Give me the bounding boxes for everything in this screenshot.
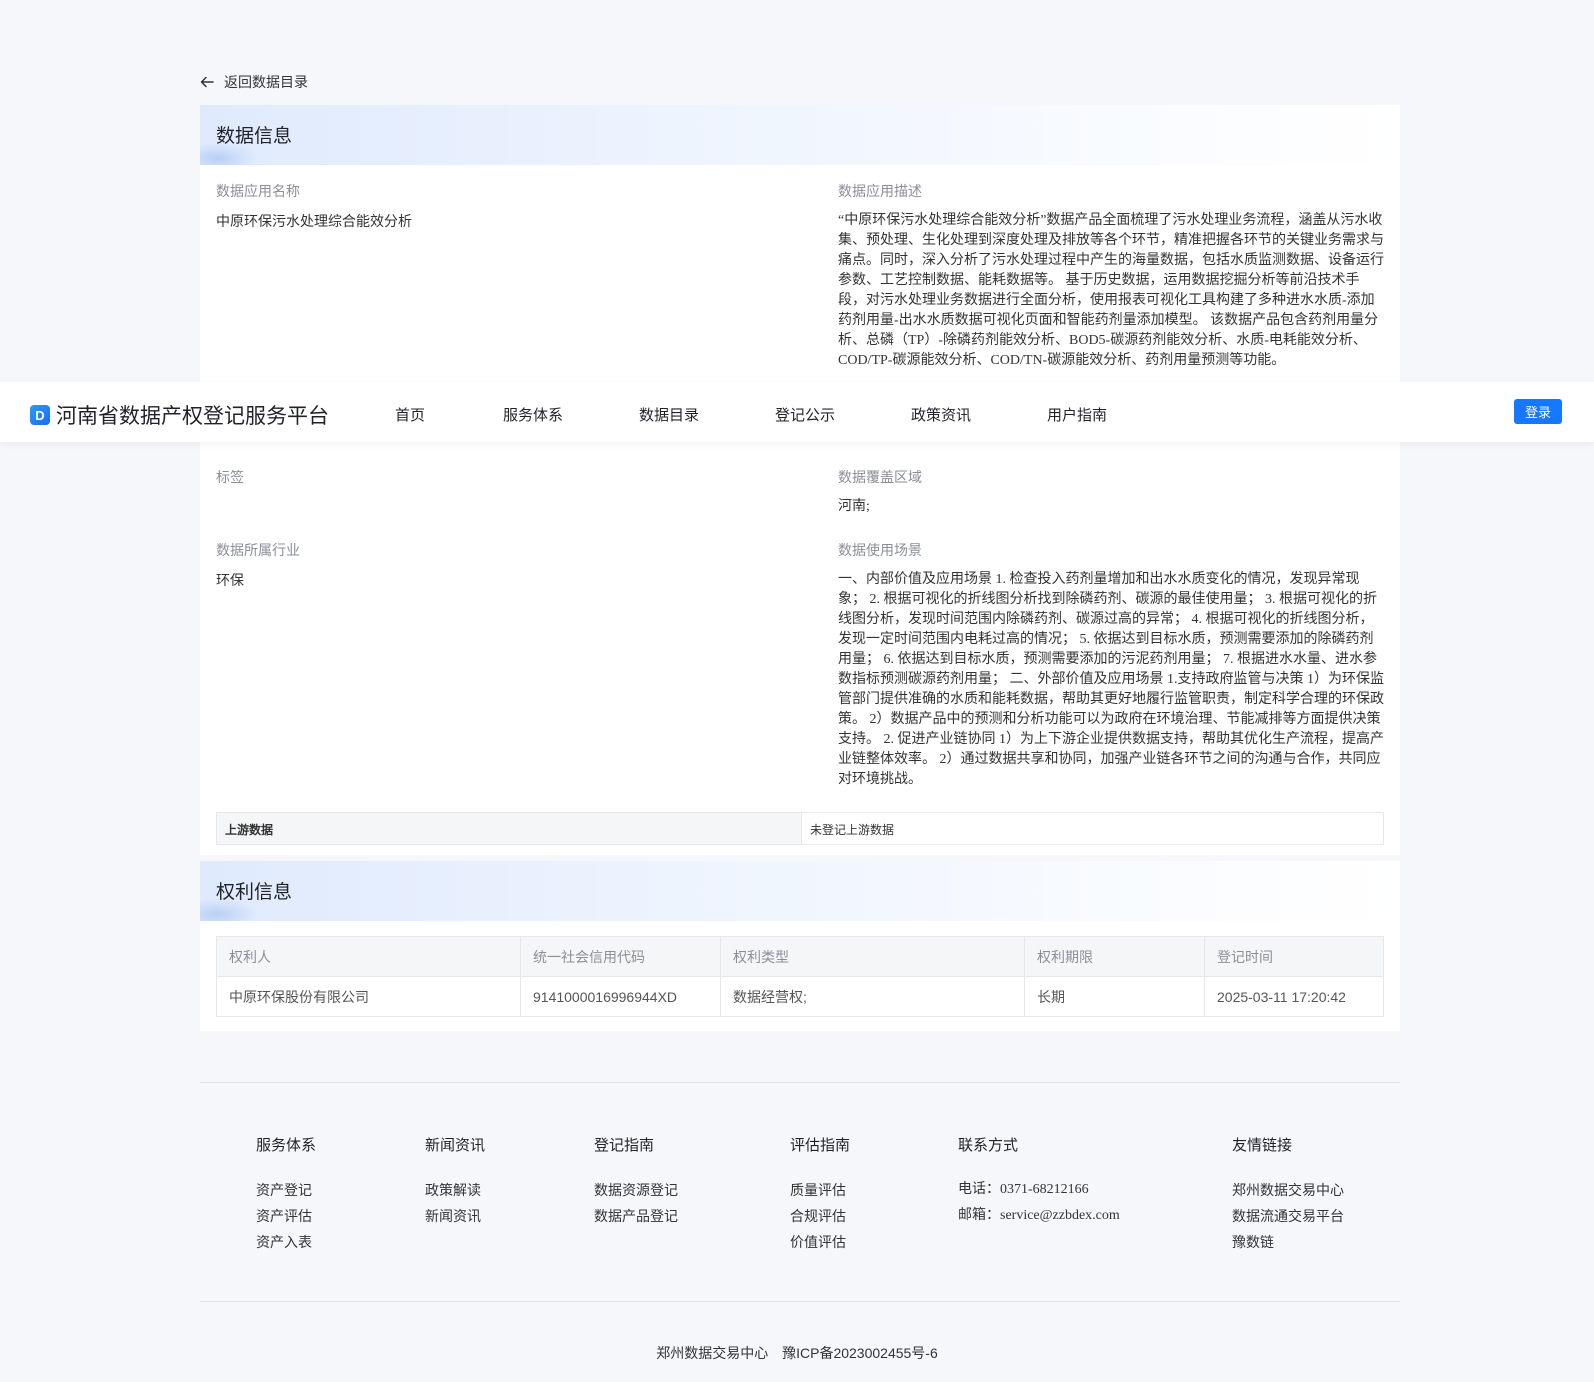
footer-column-contact: 联系方式 电话：0371-68212166 邮箱：service@zzbdex.… xyxy=(958,1134,1120,1229)
table-cell: 9141000016996944XD xyxy=(520,976,721,1017)
table-cell: 长期 xyxy=(1024,976,1205,1017)
footer-divider xyxy=(200,1082,1400,1083)
upstream-label: 上游数据 xyxy=(217,813,802,844)
field-label: 数据应用名称 xyxy=(216,183,300,199)
footer-icp[interactable]: 豫ICP备2023002455号-6 xyxy=(782,1345,938,1361)
back-to-catalog-link[interactable]: 返回数据目录 xyxy=(200,72,308,92)
footer-link[interactable]: 数据流通交易平台 xyxy=(1232,1203,1344,1229)
footer-column-title: 友情链接 xyxy=(1232,1137,1293,1154)
footer-column-title: 服务体系 xyxy=(256,1137,317,1154)
app-desc-field: 数据应用描述 “中原环保污水处理综合能效分析”数据产品全面梳理了污水处理业务流程… xyxy=(838,181,1386,371)
coverage-field: 数据覆盖区域 河南; xyxy=(838,467,1386,517)
field-label: 数据覆盖区域 xyxy=(838,469,922,485)
nav-item-home[interactable]: 首页 xyxy=(395,404,425,425)
site-title: 河南省数据产权登记服务平台 xyxy=(56,405,329,428)
field-label: 数据应用描述 xyxy=(838,183,922,199)
column-header: 登记时间 xyxy=(1204,936,1384,977)
table-row: 中原环保股份有限公司 9141000016996944XD 数据经营权; 长期 … xyxy=(216,976,1384,1017)
footer-bottom-divider xyxy=(200,1301,1400,1302)
data-info-section: 数据信息 数据应用名称 中原环保污水处理综合能效分析 数据应用描述 “中原环保污… xyxy=(200,105,1400,855)
industry-field: 数据所属行业 环保 xyxy=(216,540,796,590)
column-header: 统一社会信用代码 xyxy=(520,936,721,977)
nav-item-registration-notice[interactable]: 登记公示 xyxy=(775,404,835,425)
field-value: 河南; xyxy=(838,499,870,514)
arrow-left-icon xyxy=(200,76,214,88)
scenario-field: 数据使用场景 一、内部价值及应用场景 1. 检查投入药剂量增加和出水水质变化的情… xyxy=(838,540,1386,790)
field-label: 数据所属行业 xyxy=(216,542,300,558)
footer-column-title: 新闻资讯 xyxy=(425,1137,486,1154)
footer-link[interactable]: 合规评估 xyxy=(790,1203,850,1229)
section-title: 数据信息 xyxy=(216,126,293,147)
footer-link[interactable]: 新闻资讯 xyxy=(425,1203,485,1229)
field-value: 环保 xyxy=(216,572,244,588)
nav-item-policy-news[interactable]: 政策资讯 xyxy=(911,404,971,425)
footer-copyright: 郑州数据交易中心 豫ICP备2023002455号-6 xyxy=(0,1343,1594,1363)
column-header: 权利人 xyxy=(216,936,521,977)
contact-phone: 电话：0371-68212166 xyxy=(958,1182,1089,1197)
footer-column-news: 新闻资讯 政策解读 新闻资讯 xyxy=(425,1134,485,1229)
column-header: 权利期限 xyxy=(1024,936,1205,977)
nav-item-services[interactable]: 服务体系 xyxy=(503,404,563,425)
field-label: 数据使用场景 xyxy=(838,542,922,558)
app-name-field: 数据应用名称 中原环保污水处理综合能效分析 xyxy=(216,181,796,231)
site-logo[interactable]: D 河南省数据产权登记服务平台 xyxy=(30,400,329,430)
section-header: 权利信息 xyxy=(200,861,1400,921)
footer-link[interactable]: 资产登记 xyxy=(256,1177,316,1203)
back-link-label: 返回数据目录 xyxy=(224,74,308,90)
field-value: 一、内部价值及应用场景 1. 检查投入药剂量增加和出水水质变化的情况，发现异常现… xyxy=(838,572,1384,787)
rights-info-section: 权利信息 权利人 统一社会信用代码 权利类型 权利期限 登记时间 中原环保股份有… xyxy=(200,861,1400,1031)
footer-link[interactable]: 资产入表 xyxy=(256,1229,316,1255)
table-cell: 2025-03-11 17:20:42 xyxy=(1204,976,1384,1017)
footer-org: 郑州数据交易中心 xyxy=(656,1345,769,1361)
footer-link[interactable]: 豫数链 xyxy=(1232,1229,1344,1255)
contact-email: 邮箱：service@zzbdex.com xyxy=(958,1208,1120,1223)
footer-link[interactable]: 资产评估 xyxy=(256,1203,316,1229)
nav-item-catalog[interactable]: 数据目录 xyxy=(639,404,699,425)
table-cell: 中原环保股份有限公司 xyxy=(216,976,521,1017)
footer-link[interactable]: 数据资源登记 xyxy=(594,1177,678,1203)
footer-link[interactable]: 政策解读 xyxy=(425,1177,485,1203)
upstream-data-table: 上游数据 未登记上游数据 xyxy=(216,812,1384,845)
upstream-value: 未登记上游数据 xyxy=(810,823,895,837)
logo-icon: D xyxy=(30,405,50,425)
field-value: “中原环保污水处理综合能效分析”数据产品全面梳理了污水处理业务流程，涵盖从污水收… xyxy=(838,213,1384,368)
footer-column-title: 评估指南 xyxy=(790,1137,851,1154)
footer-column-friend-links: 友情链接 郑州数据交易中心 数据流通交易平台 豫数链 xyxy=(1232,1134,1344,1255)
footer-link[interactable]: 郑州数据交易中心 xyxy=(1232,1177,1344,1203)
section-title: 权利信息 xyxy=(216,882,293,903)
footer-link[interactable]: 价值评估 xyxy=(790,1229,850,1255)
footer-column-title: 联系方式 xyxy=(958,1137,1019,1154)
tags-field: 标签 xyxy=(216,467,796,497)
top-nav-bar: D 河南省数据产权登记服务平台 首页 服务体系 数据目录 登记公示 政策资讯 用… xyxy=(0,382,1594,442)
login-button[interactable]: 登录 xyxy=(1514,399,1562,424)
footer-column-services: 服务体系 资产登记 资产评估 资产入表 xyxy=(256,1134,316,1255)
field-value: 中原环保污水处理综合能效分析 xyxy=(216,213,412,229)
field-label: 标签 xyxy=(216,469,244,485)
footer-column-evaluation-guide: 评估指南 质量评估 合规评估 价值评估 xyxy=(790,1134,850,1255)
table-cell: 数据经营权; xyxy=(720,976,1025,1017)
footer-link[interactable]: 质量评估 xyxy=(790,1177,850,1203)
rights-table: 权利人 统一社会信用代码 权利类型 权利期限 登记时间 中原环保股份有限公司 9… xyxy=(216,936,1384,1017)
footer-link[interactable]: 数据产品登记 xyxy=(594,1203,678,1229)
table-header-row: 权利人 统一社会信用代码 权利类型 权利期限 登记时间 xyxy=(216,936,1384,977)
footer-column-registration-guide: 登记指南 数据资源登记 数据产品登记 xyxy=(594,1134,678,1229)
footer-column-title: 登记指南 xyxy=(594,1137,655,1154)
section-header: 数据信息 xyxy=(200,105,1400,165)
nav-item-user-guide[interactable]: 用户指南 xyxy=(1047,404,1107,425)
column-header: 权利类型 xyxy=(720,936,1025,977)
